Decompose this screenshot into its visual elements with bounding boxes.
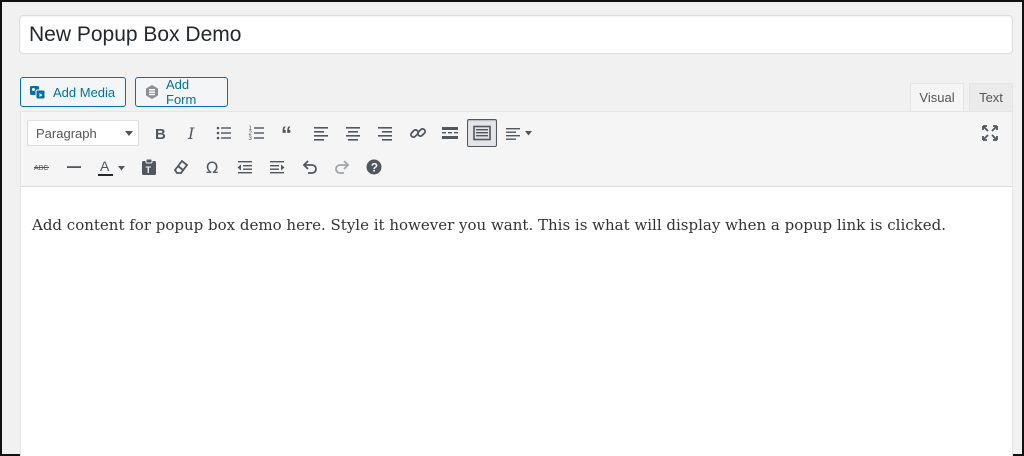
- add-form-button[interactable]: Add Form: [135, 77, 228, 107]
- form-icon: [144, 84, 160, 100]
- strikethrough-button[interactable]: ABC: [27, 153, 57, 181]
- toolbar-toggle-button[interactable]: [466, 119, 497, 147]
- align-menu-icon: [506, 128, 533, 140]
- numbered-list-icon: 123: [248, 126, 264, 142]
- read-more-button[interactable]: [435, 119, 465, 147]
- svg-text:I: I: [187, 124, 195, 143]
- bulleted-list-icon: [217, 126, 232, 140]
- tab-visual[interactable]: Visual: [910, 83, 964, 111]
- italic-button[interactable]: I: [177, 119, 207, 147]
- italic-icon: I: [187, 124, 195, 143]
- post-title-field[interactable]: New Popup Box Demo: [19, 15, 1013, 54]
- svg-text:?: ?: [371, 160, 378, 174]
- post-title-text[interactable]: New Popup Box Demo: [29, 22, 241, 48]
- outdent-icon: [237, 161, 253, 174]
- align-center-icon: [346, 127, 361, 141]
- fullscreen-icon: [982, 125, 998, 141]
- special-character-button[interactable]: Ω: [198, 153, 228, 181]
- paste-text-button[interactable]: T: [134, 153, 164, 181]
- read-more-icon: [441, 127, 458, 139]
- redo-button[interactable]: [327, 153, 357, 181]
- align-right-button[interactable]: [370, 119, 400, 147]
- chevron-down-icon: [125, 131, 133, 136]
- align-menu-button[interactable]: [499, 119, 539, 147]
- svg-text:T: T: [145, 165, 151, 175]
- paste-text-icon: T: [141, 158, 156, 175]
- editor-area: Paragraph B I 123 “ ABC A T Ω ? Add cont…: [20, 111, 1013, 456]
- bold-button[interactable]: B: [145, 119, 175, 147]
- toolbar-row-1: Paragraph B I 123 “: [27, 118, 541, 148]
- strikethrough-icon: ABC: [34, 165, 49, 172]
- blockquote-button[interactable]: “: [274, 119, 304, 147]
- align-center-button[interactable]: [338, 119, 368, 147]
- horizontal-line-icon: [67, 166, 82, 168]
- undo-icon: [302, 160, 317, 174]
- add-media-icon: [29, 83, 47, 101]
- clear-formatting-icon: [173, 159, 188, 174]
- link-icon: [409, 128, 426, 138]
- help-icon: ?: [366, 159, 382, 175]
- align-right-icon: [378, 127, 393, 141]
- format-select-value: Paragraph: [36, 125, 97, 141]
- tab-text[interactable]: Text: [969, 83, 1013, 111]
- horizontal-line-button[interactable]: [59, 153, 89, 181]
- toolbar-toggle-icon: [473, 125, 491, 141]
- toolbar-row-2: ABC A T Ω ?: [27, 152, 391, 182]
- blockquote-icon: “: [281, 123, 292, 143]
- clear-formatting-button[interactable]: [166, 153, 196, 181]
- svg-text:“: “: [281, 123, 292, 143]
- link-button[interactable]: [403, 119, 433, 147]
- undo-button[interactable]: [295, 153, 325, 181]
- editor-toolbar: Paragraph B I 123 “ ABC A T Ω ?: [21, 112, 1012, 187]
- indent-button[interactable]: [262, 153, 292, 181]
- fullscreen-button[interactable]: [976, 119, 1004, 147]
- add-media-label: Add Media: [53, 84, 116, 100]
- svg-text:ABC: ABC: [34, 165, 48, 172]
- align-left-icon: [313, 127, 328, 141]
- numbered-list-button[interactable]: 123: [242, 119, 272, 147]
- add-media-button[interactable]: Add Media: [20, 77, 126, 107]
- align-left-button[interactable]: [306, 119, 336, 147]
- bulleted-list-button[interactable]: [209, 119, 239, 147]
- text-color-button[interactable]: A: [91, 153, 131, 181]
- svg-text:A: A: [100, 158, 110, 174]
- indent-icon: [270, 161, 285, 174]
- format-select[interactable]: Paragraph: [27, 120, 139, 146]
- svg-text:B: B: [155, 126, 166, 143]
- redo-icon: [334, 160, 349, 174]
- svg-text:3: 3: [248, 136, 252, 142]
- outdent-button[interactable]: [230, 153, 260, 181]
- text-color-icon: A: [98, 158, 126, 176]
- help-button[interactable]: ?: [359, 153, 389, 181]
- bold-icon: B: [155, 126, 166, 143]
- editor-content[interactable]: Add content for popup box demo here. Sty…: [32, 216, 946, 234]
- special-character-icon: Ω: [206, 158, 218, 177]
- add-form-label: Add Form: [166, 77, 197, 107]
- svg-text:Ω: Ω: [206, 158, 218, 177]
